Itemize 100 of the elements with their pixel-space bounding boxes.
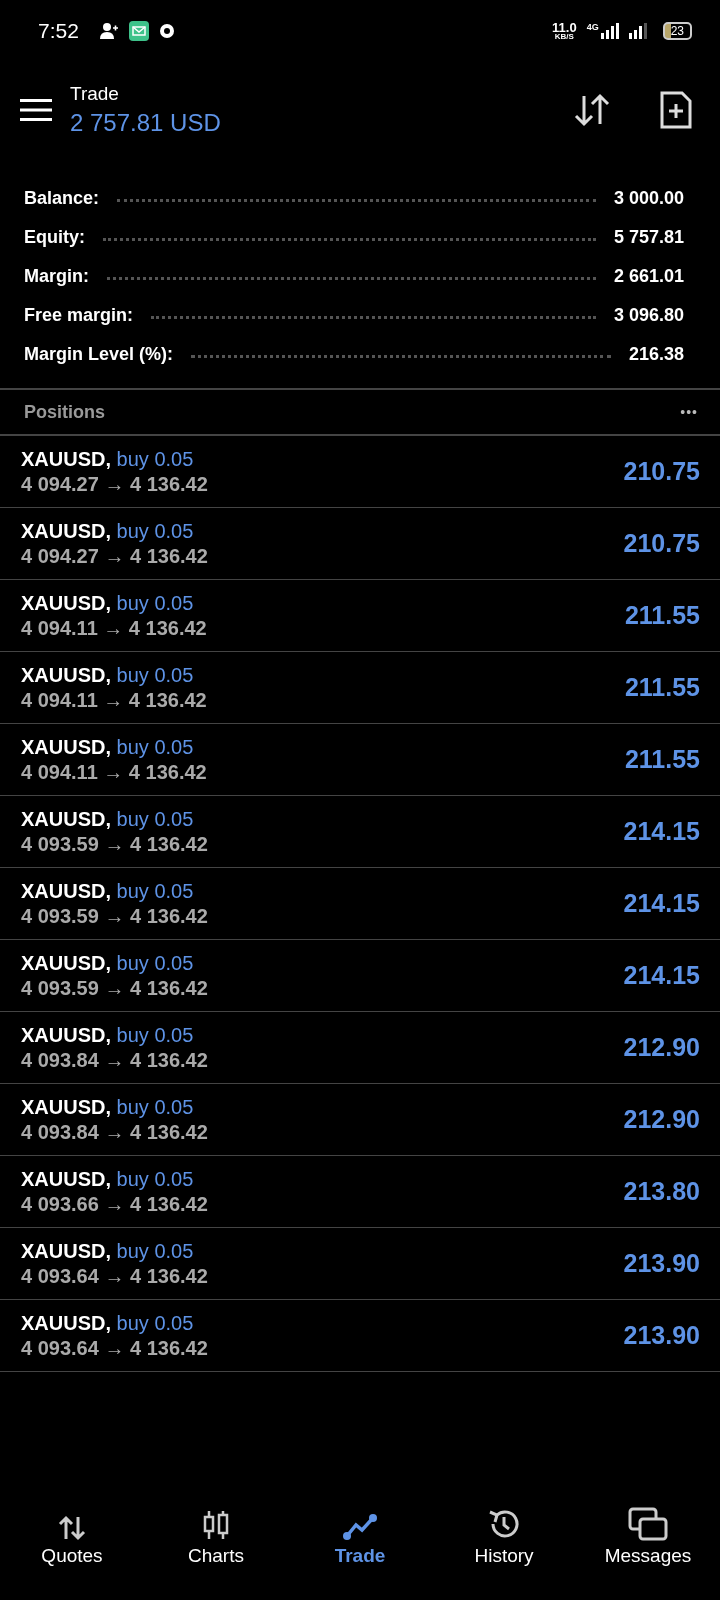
position-profit: 211.55	[624, 601, 700, 630]
position-prices: 4 093.59 → 4 136.42	[21, 976, 208, 1000]
position-row[interactable]: XAUUSD, buy 0.05 4 094.27 → 4 136.42 210.75	[0, 436, 720, 508]
up-down-arrows-icon	[57, 1515, 87, 1541]
position-side: buy 0.05	[116, 1095, 194, 1118]
position-row[interactable]: XAUUSD, buy 0.05 4 094.11 → 4 136.42 211.55	[0, 652, 720, 724]
nav-tab[interactable]: History	[432, 1497, 576, 1567]
position-profit: 214.15	[623, 889, 700, 918]
position-symbol: XAUUSD,	[21, 1023, 111, 1046]
position-prices: 4 093.84 → 4 136.42	[21, 1048, 208, 1072]
nav-tab[interactable]: Messages	[576, 1497, 720, 1567]
menu-icon[interactable]	[20, 97, 52, 122]
position-profit: 213.80	[623, 1177, 700, 1206]
position-side: buy 0.05	[116, 807, 194, 830]
summary-value: 2 661.01	[613, 266, 684, 287]
person-add-icon	[98, 22, 119, 40]
summary-value: 3 096.80	[613, 305, 684, 326]
position-prices: 4 094.27 → 4 136.42	[21, 544, 208, 568]
position-symbol: XAUUSD,	[21, 447, 111, 470]
position-prices: 4 093.64 → 4 136.42	[21, 1264, 208, 1288]
position-row[interactable]: XAUUSD, buy 0.05 4 093.59 → 4 136.42 214.15	[0, 796, 720, 868]
position-symbol: XAUUSD,	[21, 735, 111, 758]
position-row[interactable]: XAUUSD, buy 0.05 4 094.27 → 4 136.42 210.75	[0, 508, 720, 580]
nav-tab[interactable]: Trade	[288, 1497, 432, 1567]
position-symbol: XAUUSD,	[21, 1239, 111, 1262]
position-symbol: XAUUSD,	[21, 1311, 111, 1334]
summary-value: 216.38	[628, 344, 684, 365]
signal-icon	[600, 23, 619, 39]
position-prices: 4 093.59 → 4 136.42	[21, 904, 208, 928]
position-prices: 4 094.27 → 4 136.42	[21, 472, 208, 496]
position-row[interactable]: XAUUSD, buy 0.05 4 093.59 → 4 136.42 214.15	[0, 940, 720, 1012]
position-profit: 213.90	[623, 1249, 700, 1278]
trend-line-icon	[342, 1513, 378, 1541]
nav-tab[interactable]: Charts	[144, 1497, 288, 1567]
position-prices: 4 094.11 → 4 136.42	[21, 616, 207, 640]
more-button[interactable]: •••	[680, 404, 698, 420]
summary-label: Equity:	[24, 227, 85, 248]
summary-label: Margin:	[24, 266, 89, 287]
summary-label: Balance:	[24, 188, 100, 209]
position-side: buy 0.05	[116, 951, 194, 974]
position-side: buy 0.05	[116, 519, 194, 542]
position-symbol: XAUUSD,	[21, 591, 111, 614]
position-row[interactable]: XAUUSD, buy 0.05 4 093.84 → 4 136.42 212.90	[0, 1084, 720, 1156]
position-row[interactable]: XAUUSD, buy 0.05 4 093.59 → 4 136.42 214.15	[0, 868, 720, 940]
mail-app-icon	[128, 21, 149, 41]
nav-tab[interactable]: Quotes	[0, 1497, 144, 1567]
position-prices: 4 094.11 → 4 136.42	[21, 760, 207, 784]
position-side: buy 0.05	[116, 663, 194, 686]
position-symbol: XAUUSD,	[21, 951, 111, 974]
screen-title: Trade	[70, 82, 120, 105]
position-row[interactable]: XAUUSD, buy 0.05 4 093.64 → 4 136.42 213.90	[0, 1228, 720, 1300]
position-row[interactable]: XAUUSD, buy 0.05 4 093.64 → 4 136.42 213.90	[0, 1300, 720, 1372]
account-balance: 2 757.81 USD	[70, 108, 221, 137]
section-title: Positions	[24, 401, 105, 423]
position-row[interactable]: XAUUSD, buy 0.05 4 094.11 → 4 136.42 211.55	[0, 580, 720, 652]
status-time: 7:52	[38, 19, 79, 43]
battery-icon: 23	[662, 22, 692, 40]
position-prices: 4 094.11 → 4 136.42	[21, 688, 207, 712]
position-side: buy 0.05	[116, 447, 194, 470]
position-side: buy 0.05	[116, 1167, 194, 1190]
position-prices: 4 093.66 → 4 136.42	[21, 1192, 208, 1216]
position-row[interactable]: XAUUSD, buy 0.05 4 094.11 → 4 136.42 211.55	[0, 724, 720, 796]
position-symbol: XAUUSD,	[21, 879, 111, 902]
position-prices: 4 093.84 → 4 136.42	[21, 1120, 208, 1144]
summary-value: 5 757.81	[613, 227, 684, 248]
summary-label: Margin Level (%):	[24, 344, 174, 365]
position-profit: 214.15	[623, 961, 700, 990]
position-profit: 211.55	[624, 745, 700, 774]
candlestick-icon	[202, 1509, 230, 1541]
position-side: buy 0.05	[116, 735, 194, 758]
position-symbol: XAUUSD,	[21, 1095, 111, 1118]
position-symbol: XAUUSD,	[21, 519, 111, 542]
summary-value: 3 000.00	[613, 188, 684, 209]
sort-icon[interactable]	[572, 91, 612, 128]
signal-icon	[628, 23, 647, 39]
network-speed: 11.0 KB/S	[552, 21, 577, 41]
position-symbol: XAUUSD,	[21, 1167, 111, 1190]
position-side: buy 0.05	[116, 1239, 194, 1262]
new-document-icon[interactable]	[660, 90, 692, 129]
browser-icon	[158, 23, 175, 39]
position-prices: 4 093.59 → 4 136.42	[21, 832, 208, 856]
position-side: buy 0.05	[116, 591, 194, 614]
messages-icon	[628, 1507, 668, 1541]
position-row[interactable]: XAUUSD, buy 0.05 4 093.66 → 4 136.42 213.80	[0, 1156, 720, 1228]
position-symbol: XAUUSD,	[21, 663, 111, 686]
position-profit: 210.75	[623, 457, 700, 486]
position-side: buy 0.05	[116, 1023, 194, 1046]
position-row[interactable]: XAUUSD, buy 0.05 4 093.84 → 4 136.42 212.90	[0, 1012, 720, 1084]
network-type: 4G	[586, 22, 599, 32]
position-profit: 212.90	[623, 1105, 700, 1134]
position-side: buy 0.05	[116, 879, 194, 902]
position-symbol: XAUUSD,	[21, 807, 111, 830]
position-profit: 210.75	[623, 529, 700, 558]
position-profit: 211.55	[624, 673, 700, 702]
position-profit: 213.90	[623, 1321, 700, 1350]
position-prices: 4 093.64 → 4 136.42	[21, 1336, 208, 1360]
position-profit: 214.15	[623, 817, 700, 846]
position-profit: 212.90	[623, 1033, 700, 1062]
summary-label: Free margin:	[24, 305, 134, 326]
position-side: buy 0.05	[116, 1311, 194, 1334]
